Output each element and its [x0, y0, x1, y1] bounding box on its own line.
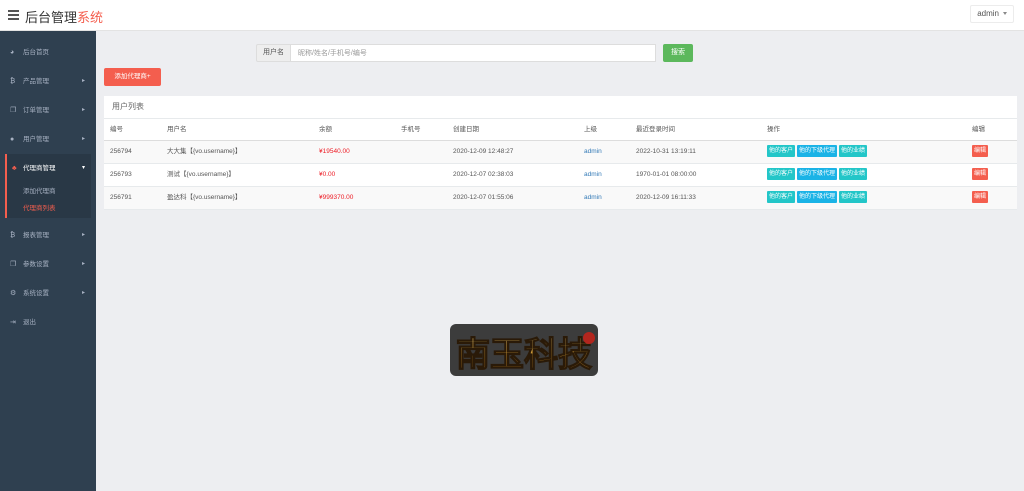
customers-button[interactable]: 他的客户	[767, 145, 796, 158]
cell-last-login: 2020-12-09 16:11:33	[636, 194, 696, 201]
chevron-right-icon: ▸	[81, 136, 85, 142]
app-title-main: 后台管理	[25, 10, 78, 25]
sidebar-active-group: ♣ 代理商管理 ▾ 添加代理商 代理商列表	[5, 154, 91, 218]
column-header: 余额	[319, 126, 332, 133]
sidebar-item-products[interactable]: ₿ 产品管理 ▸	[0, 67, 96, 96]
user-list-panel: 用户列表 编号 用户名 余额 手机号 创建日期 上级 最近登录时间 操作 编辑 …	[104, 96, 1017, 210]
customers-button[interactable]: 他的客户	[767, 168, 796, 181]
table-header: 编号 用户名 余额 手机号 创建日期 上级 最近登录时间 操作 编辑	[104, 119, 1017, 141]
app-title: 后台管理系统	[25, 7, 103, 26]
edit-button[interactable]: 编辑	[972, 168, 989, 181]
cell-balance: ¥19540.00	[319, 148, 350, 155]
cell-username: 测试【{vo.username}】	[167, 171, 235, 178]
chevron-right-icon: ▸	[81, 232, 85, 238]
cell-edit: 编辑	[972, 187, 990, 209]
sidebar-subitem-agent-list[interactable]: 代理商列表	[7, 200, 91, 217]
edit-button[interactable]: 编辑	[972, 191, 989, 204]
column-header: 创建日期	[453, 126, 479, 133]
sidebar-subitem-add-agent[interactable]: 添加代理商	[7, 183, 91, 200]
company-logo: 南玉科技	[450, 324, 598, 376]
cell-id: 256794	[110, 148, 132, 155]
column-header: 编号	[110, 126, 123, 133]
add-agent-button[interactable]: 添加代理商+	[104, 68, 161, 86]
dashboard-icon: ◕	[10, 49, 15, 56]
cell-parent[interactable]: admin	[584, 141, 602, 163]
sub-agents-button[interactable]: 他的下级代理	[797, 191, 838, 204]
column-header: 编辑	[972, 126, 985, 133]
agent-icon: ♣	[12, 165, 17, 172]
cell-parent[interactable]: admin	[584, 187, 602, 209]
sidebar-item-agents[interactable]: ♣ 代理商管理 ▾	[7, 154, 91, 183]
chevron-down-icon: ▾	[81, 165, 85, 171]
sub-agents-button[interactable]: 他的下级代理	[797, 168, 838, 181]
performance-button[interactable]: 他的业绩	[839, 191, 868, 204]
cell-id: 256791	[110, 194, 132, 201]
sub-agents-button[interactable]: 他的下级代理	[797, 145, 838, 158]
column-header: 上级	[584, 126, 597, 133]
column-header: 最近登录时间	[636, 126, 675, 133]
gears-icon: ⚙	[10, 290, 17, 297]
performance-button[interactable]: 他的业绩	[839, 145, 868, 158]
copy-icon: ❐	[10, 261, 17, 268]
caret-down-icon	[1003, 12, 1007, 16]
cell-actions: 他的客户 他的下级代理 他的业绩	[767, 187, 869, 209]
cell-last-login: 2022-10-31 13:19:11	[636, 148, 696, 155]
column-header: 用户名	[167, 126, 187, 133]
search-button[interactable]: 搜索	[663, 44, 693, 62]
edit-button[interactable]: 编辑	[972, 145, 989, 158]
logo-text: 南玉科技	[456, 335, 592, 375]
user-name: admin	[977, 9, 999, 18]
user-table: 编号 用户名 余额 手机号 创建日期 上级 最近登录时间 操作 编辑 25679…	[104, 119, 1017, 210]
column-header: 手机号	[401, 126, 421, 133]
cell-username: 大大集【{vo.username}】	[167, 148, 242, 155]
cell-actions: 他的客户 他的下级代理 他的业绩	[767, 141, 869, 163]
cell-id: 256793	[110, 171, 132, 178]
top-navbar: 后台管理系统 admin	[0, 0, 1024, 31]
cell-edit: 编辑	[972, 164, 990, 186]
user-dropdown[interactable]: admin	[970, 5, 1014, 23]
copy-icon: ❐	[10, 107, 17, 114]
sidebar-item-users[interactable]: ● 用户管理 ▸	[0, 125, 96, 154]
cell-edit: 编辑	[972, 141, 990, 163]
cell-username: 盈达科【{vo.username}】	[167, 194, 242, 201]
chevron-right-icon: ▸	[81, 78, 85, 84]
table-row: 256793 测试【{vo.username}】 ¥0.00 2020-12-0…	[104, 164, 1017, 187]
table-row: 256794 大大集【{vo.username}】 ¥19540.00 2020…	[104, 141, 1017, 164]
search-input[interactable]	[291, 44, 656, 62]
sidebar-item-system[interactable]: ⚙ 系统设置 ▸	[0, 279, 96, 308]
bitcoin-icon: ₿	[10, 78, 16, 85]
chevron-right-icon: ▸	[81, 107, 85, 113]
chevron-right-icon: ▸	[81, 290, 85, 296]
hamburger-menu-icon[interactable]	[8, 10, 19, 20]
user-icon: ●	[10, 136, 15, 143]
cell-created: 2020-12-07 01:55:06	[453, 194, 514, 201]
cell-created: 2020-12-07 02:38:03	[453, 171, 514, 178]
sidebar-item-dashboard[interactable]: ◕ 后台首页	[0, 38, 96, 67]
sidebar-item-reports[interactable]: ₿ 报表管理 ▸	[0, 221, 96, 250]
customers-button[interactable]: 他的客户	[767, 191, 796, 204]
signout-icon: ⇥	[10, 319, 16, 326]
search-label: 用户名	[256, 44, 291, 62]
sidebar-item-orders[interactable]: ❐ 订单管理 ▸	[0, 96, 96, 125]
chevron-right-icon: ▸	[81, 261, 85, 267]
bitcoin-icon: ₿	[10, 232, 16, 239]
sidebar-item-params[interactable]: ❐ 参数设置 ▸	[0, 250, 96, 279]
column-header: 操作	[767, 126, 780, 133]
cell-parent[interactable]: admin	[584, 164, 602, 186]
performance-button[interactable]: 他的业绩	[839, 168, 868, 181]
cell-balance: ¥999370.00	[319, 194, 354, 201]
cell-balance: ¥0.00	[319, 171, 336, 178]
cell-actions: 他的客户 他的下级代理 他的业绩	[767, 164, 869, 186]
panel-title: 用户列表	[104, 96, 1017, 119]
app-title-accent: 系统	[77, 10, 104, 25]
cell-created: 2020-12-09 12:48:27	[453, 148, 514, 155]
sidebar-item-logout[interactable]: ⇥ 退出	[0, 308, 96, 337]
table-row: 256791 盈达科【{vo.username}】 ¥999370.00 202…	[104, 187, 1017, 210]
cell-last-login: 1970-01-01 08:00:00	[636, 171, 697, 178]
sidebar: ◕ 后台首页 ₿ 产品管理 ▸ ❐ 订单管理 ▸ ● 用户管理 ▸ ♣ 代理商管…	[0, 31, 96, 491]
